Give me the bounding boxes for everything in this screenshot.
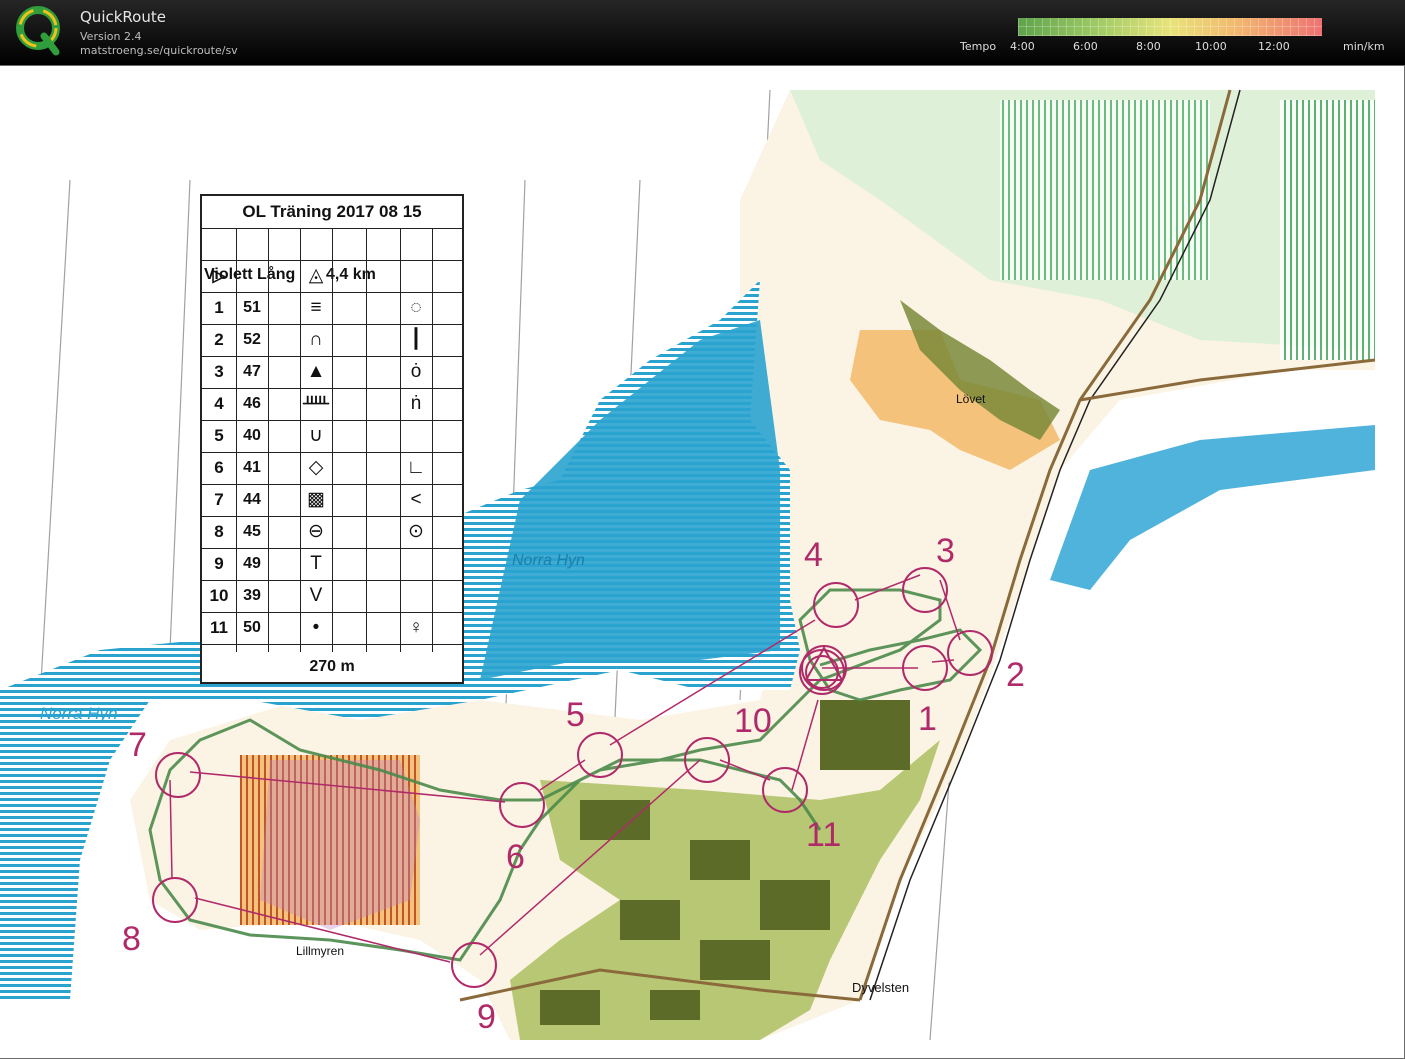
label-norra-hyn-center: Norra Hyn — [512, 552, 585, 569]
location-symbol-icon: ◌ — [410, 297, 422, 318]
control-code: 51 — [243, 299, 261, 316]
feature-symbol-icon: ≡ — [310, 297, 322, 318]
control-number-2: 2 — [1006, 656, 1025, 694]
control-number-5: 5 — [566, 696, 585, 734]
quickroute-logo — [16, 6, 60, 56]
app-header: QuickRoute Version 2.4 matstroeng.se/qui… — [0, 0, 1405, 65]
feature-symbol-icon: T — [310, 553, 322, 574]
control-number-1: 1 — [918, 700, 937, 738]
control-order: 10 — [209, 586, 229, 605]
control-order: 4 — [214, 394, 224, 413]
tempo-color-scale — [1018, 18, 1322, 36]
control-code: 39 — [243, 587, 261, 604]
table-divider — [400, 228, 401, 652]
feature-symbol-icon: ◇ — [308, 457, 324, 478]
control-number-10: 10 — [734, 702, 772, 740]
feature-symbol-icon: ∩ — [309, 329, 323, 350]
location-symbol-icon: ♀ — [408, 617, 424, 638]
control-order: 5 — [214, 426, 224, 445]
control-code: 52 — [243, 331, 261, 348]
label-lovet: Lövet — [956, 392, 986, 406]
tempo-label: Tempo — [960, 40, 997, 53]
control-code: 44 — [243, 491, 261, 508]
feature-symbol-icon: ⊖ — [308, 521, 324, 542]
location-symbol-icon: ȯ — [410, 361, 422, 382]
label-norra-hyn-west: Norra Hyn — [40, 704, 118, 723]
control-number-11: 11 — [806, 816, 842, 854]
location-symbol-icon: ∟ — [406, 457, 426, 478]
app-version: Version 2.4 — [80, 30, 142, 43]
start-triangle-icon: ▷ — [212, 266, 226, 285]
control-number-9: 9 — [477, 998, 496, 1036]
feature-symbol-icon: ᚊ — [302, 393, 330, 414]
tempo-tick-1: 4:00 — [1010, 40, 1035, 53]
control-number-6: 6 — [506, 838, 525, 876]
start-feature-icon: ◬ — [308, 265, 324, 286]
location-symbol-icon: < — [410, 489, 422, 510]
control-code: 49 — [243, 555, 261, 572]
control-code: 46 — [243, 395, 261, 412]
control-order: 7 — [214, 490, 224, 509]
table-divider — [236, 228, 237, 652]
location-symbol-icon: ṅ — [410, 393, 422, 414]
control-code: 40 — [243, 427, 261, 444]
control-code: 47 — [243, 363, 261, 380]
control-order: 6 — [214, 458, 224, 477]
app-url: matstroeng.se/quickroute/sv — [80, 44, 238, 57]
control-order: 11 — [210, 618, 228, 637]
control-number-8: 8 — [122, 920, 141, 958]
control-order: 2 — [214, 330, 224, 349]
tempo-tick-5: 12:00 — [1258, 40, 1290, 53]
feature-symbol-icon: ▩ — [307, 489, 325, 510]
label-dyvelsten: Dyvelsten — [852, 980, 910, 995]
label-lillmyren: Lillmyren — [296, 944, 345, 958]
table-divider — [268, 228, 269, 652]
table-divider — [432, 228, 433, 652]
tempo-tick-3: 8:00 — [1136, 40, 1161, 53]
finish-distance: 270 m — [309, 658, 355, 675]
control-order: 9 — [214, 554, 224, 573]
tempo-tick-2: 6:00 — [1073, 40, 1098, 53]
control-description-sheet: OL Träning 2017 08 15 Violett Lång 4,4 k… — [200, 194, 464, 684]
control-code: 50 — [243, 619, 261, 636]
table-divider — [366, 228, 367, 652]
table-divider — [332, 228, 333, 652]
event-title: OL Träning 2017 08 15 — [202, 196, 462, 229]
control-order: 8 — [214, 522, 224, 541]
table-divider — [300, 228, 301, 652]
control-code: 41 — [243, 459, 261, 476]
control-code: 45 — [243, 523, 261, 540]
restricted-area — [260, 760, 420, 930]
marsh-north — [1000, 100, 1210, 280]
marsh-east — [1280, 100, 1375, 360]
feature-symbol-icon: • — [312, 617, 320, 638]
feature-symbol-icon: ▲ — [306, 361, 326, 382]
control-order: 3 — [214, 362, 224, 381]
control-order: 1 — [214, 298, 224, 317]
location-symbol-icon: ┃ — [410, 329, 422, 350]
feature-symbol-icon: V — [309, 585, 323, 606]
app-title: QuickRoute — [80, 8, 166, 26]
tempo-tick-4: 10:00 — [1195, 40, 1227, 53]
control-number-4: 4 — [804, 536, 823, 574]
control-number-7: 7 — [128, 726, 147, 764]
tempo-unit: min/km — [1343, 40, 1385, 53]
control-number-3: 3 — [936, 532, 955, 570]
location-symbol-icon: ⊙ — [408, 521, 424, 542]
feature-symbol-icon: ∪ — [309, 425, 323, 446]
